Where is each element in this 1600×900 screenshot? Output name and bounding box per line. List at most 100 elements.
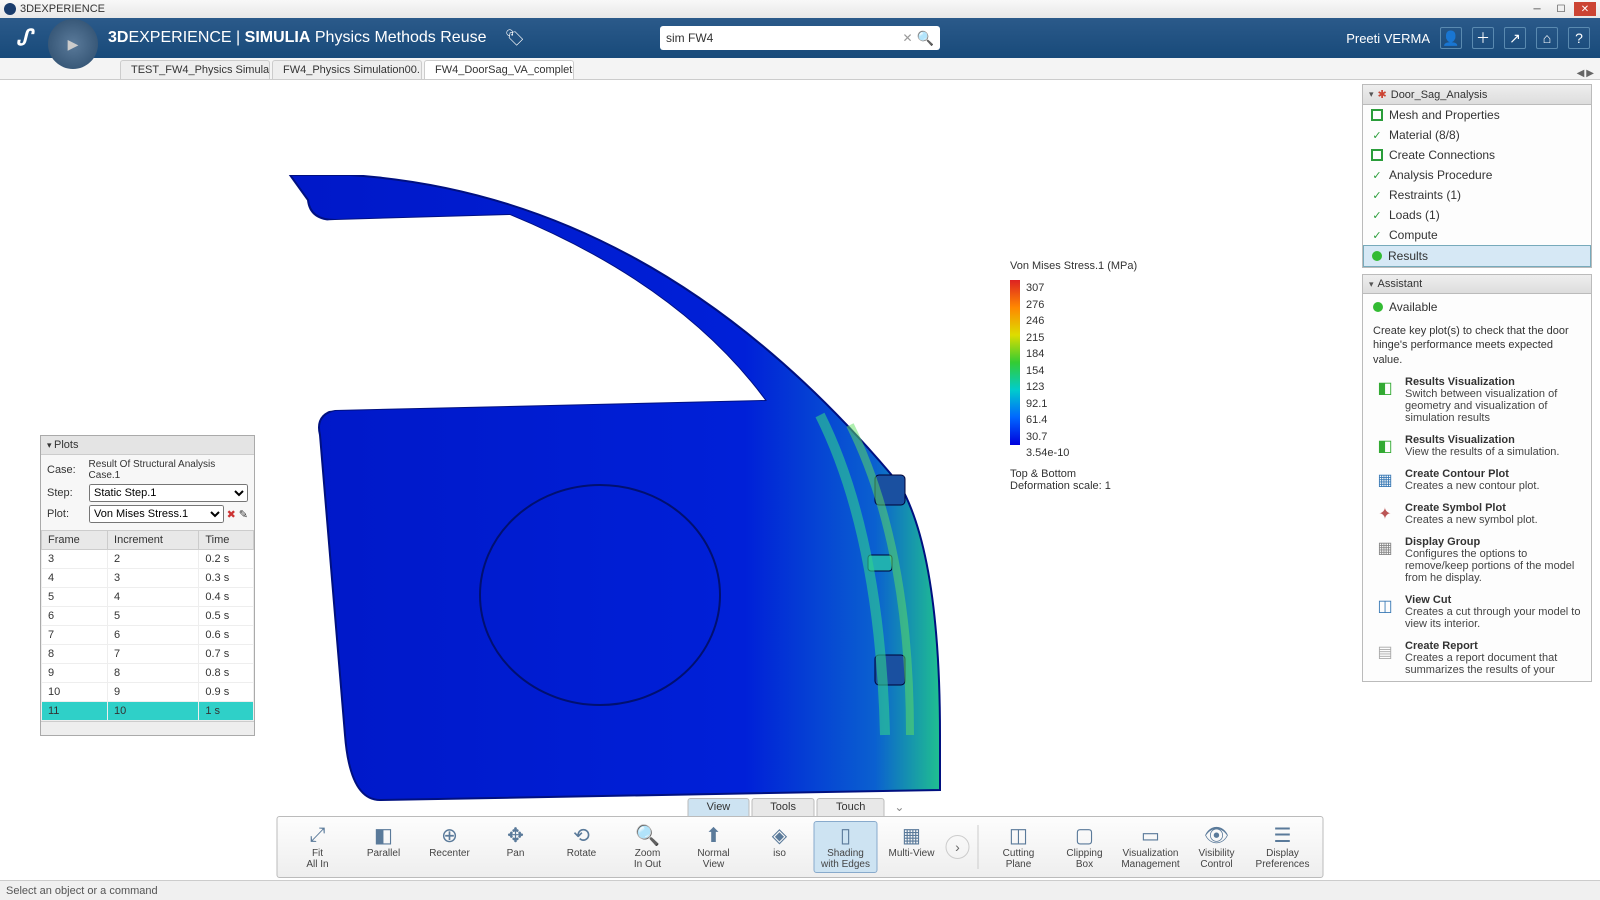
document-tabs: TEST_FW4_Physics Simulat...FW4_Physics S…	[0, 58, 1600, 80]
user-avatar-icon[interactable]: 👤	[1440, 27, 1462, 49]
legend-value: 215	[1026, 330, 1069, 347]
entry-title: Create Symbol Plot	[1405, 502, 1538, 514]
checklist-item[interactable]: Results	[1363, 245, 1591, 267]
table-row[interactable]: 320.2 s	[42, 550, 254, 569]
tool-label: CuttingPlane	[1003, 848, 1035, 870]
tool-button[interactable]: ◈iso	[748, 821, 812, 873]
chevron-down-icon[interactable]: ⌄	[886, 798, 912, 816]
plots-case: Result Of Structural Analysis Case.1	[89, 459, 248, 481]
tool-button[interactable]: ▯Shadingwith Edges	[814, 821, 878, 873]
assistant-entry[interactable]: ▦Display GroupConfigures the options to …	[1363, 531, 1591, 589]
tool-button[interactable]: ◧Parallel	[352, 821, 416, 873]
legend-value: 184	[1026, 346, 1069, 363]
tool-button[interactable]: 🔍ZoomIn Out	[616, 821, 680, 873]
plots-table[interactable]: FrameIncrementTime 320.2 s430.3 s540.4 s…	[41, 530, 254, 721]
maximize-button[interactable]: ☐	[1550, 2, 1572, 16]
checklist-item[interactable]: ✓Analysis Procedure	[1363, 165, 1591, 185]
table-row[interactable]: 11101 s	[42, 702, 254, 721]
bottom-tab[interactable]: View	[688, 798, 750, 816]
assistant-available: Available	[1363, 294, 1591, 320]
table-header[interactable]: Frame	[42, 531, 108, 550]
table-row[interactable]: 870.7 s	[42, 645, 254, 664]
checklist-item[interactable]: ✓Compute	[1363, 225, 1591, 245]
checklist-label: Results	[1388, 249, 1428, 263]
checklist-item[interactable]: Mesh and Properties	[1363, 105, 1591, 125]
checklist-item[interactable]: ✓Material (8/8)	[1363, 125, 1591, 145]
status-text: Select an object or a command	[6, 885, 158, 897]
plot-select[interactable]: Von Mises Stress.1	[89, 505, 224, 523]
tool-button[interactable]: ▢ClippingBox	[1053, 821, 1117, 873]
checklist-item[interactable]: ✓Loads (1)	[1363, 205, 1591, 225]
ds-logo-icon: ᔑ	[10, 24, 38, 52]
checklist-item[interactable]: Create Connections	[1363, 145, 1591, 165]
compass-icon[interactable]	[48, 19, 98, 69]
table-row[interactable]: 1090.9 s	[42, 683, 254, 702]
assistant-entry[interactable]: ◫View CutCreates a cut through your mode…	[1363, 589, 1591, 635]
app-small-icon	[4, 3, 16, 15]
tool-button[interactable]: ▦Multi-View	[880, 821, 944, 873]
help-icon[interactable]: ?	[1568, 27, 1590, 49]
tool-button[interactable]: ⤢FitAll In	[286, 821, 350, 873]
entry-title: Create Report	[1405, 640, 1581, 652]
tool-button[interactable]: ✥Pan	[484, 821, 548, 873]
assistant-intro: Create key plot(s) to check that the doo…	[1363, 320, 1591, 371]
checklist-label: Compute	[1389, 228, 1438, 242]
tool-button[interactable]: ◫CuttingPlane	[987, 821, 1051, 873]
table-header[interactable]: Time	[199, 531, 254, 550]
tag-icon[interactable]: 🏷	[505, 28, 525, 48]
tab-nav[interactable]: ◀▶	[1571, 68, 1600, 79]
step-select[interactable]: Static Step.1	[89, 484, 248, 502]
table-row[interactable]: 760.6 s	[42, 626, 254, 645]
table-row[interactable]: 430.3 s	[42, 569, 254, 588]
bottom-tab[interactable]: Touch	[817, 798, 884, 816]
clear-search-icon[interactable]: ✕	[903, 31, 913, 45]
more-tools-icon[interactable]: ›	[946, 835, 970, 859]
tool-label: Parallel	[367, 848, 400, 870]
check-icon: ✓	[1371, 169, 1383, 181]
search-input[interactable]	[666, 31, 899, 45]
legend-value: 123	[1026, 379, 1069, 396]
tool-button[interactable]: ⊕Recenter	[418, 821, 482, 873]
tool-icon: ☰	[1274, 824, 1292, 846]
close-button[interactable]: ✕	[1574, 2, 1596, 16]
entry-icon: ▦	[1373, 468, 1397, 492]
analysis-header[interactable]: ▾✱Door_Sag_Analysis	[1363, 85, 1591, 105]
search-icon[interactable]: 🔍	[917, 30, 934, 47]
assistant-header[interactable]: ▾Assistant	[1363, 275, 1591, 294]
check-icon: ✓	[1371, 209, 1383, 221]
assistant-entry[interactable]: ✦Create Symbol PlotCreates a new symbol …	[1363, 497, 1591, 531]
legend-value: 276	[1026, 297, 1069, 314]
tool-button[interactable]: 👁VisibilityControl	[1185, 821, 1249, 873]
assistant-entry[interactable]: ▤Create ReportCreates a report document …	[1363, 635, 1591, 681]
tool-button[interactable]: ▭VisualizationManagement	[1119, 821, 1183, 873]
plots-header[interactable]: ▾ Plots	[41, 436, 254, 455]
document-tab[interactable]: FW4_DoorSag_VA_complete A.1✕	[424, 60, 574, 79]
table-row[interactable]: 540.4 s	[42, 588, 254, 607]
assistant-entry[interactable]: ▦Create Contour PlotCreates a new contou…	[1363, 463, 1591, 497]
document-tab[interactable]: FW4_Physics Simulation00...	[272, 60, 422, 79]
tool-button[interactable]: ⟲Rotate	[550, 821, 614, 873]
checklist-item[interactable]: ✓Restraints (1)	[1363, 185, 1591, 205]
document-tab[interactable]: TEST_FW4_Physics Simulat...	[120, 60, 270, 79]
tool-button[interactable]: ⬆NormalView	[682, 821, 746, 873]
plots-scrollbar[interactable]	[41, 721, 254, 735]
table-row[interactable]: 980.8 s	[42, 664, 254, 683]
assistant-entry[interactable]: ◧Results VisualizationSwitch between vis…	[1363, 371, 1591, 429]
table-header[interactable]: Increment	[108, 531, 199, 550]
tool-icon: ▯	[840, 824, 851, 846]
tool-button[interactable]: ☰DisplayPreferences	[1251, 821, 1315, 873]
plot-delete-icon[interactable]: ✖	[227, 508, 236, 521]
home-icon[interactable]: ⌂	[1536, 27, 1558, 49]
share-icon[interactable]: ↗	[1504, 27, 1526, 49]
assistant-entry[interactable]: ◧Results VisualizationView the results o…	[1363, 429, 1591, 463]
tool-icon: ◫	[1009, 824, 1028, 846]
entry-desc: Configures the options to remove/keep po…	[1405, 548, 1581, 584]
minimize-button[interactable]: ─	[1526, 2, 1548, 16]
plot-edit-icon[interactable]: ✎	[239, 508, 248, 521]
table-row[interactable]: 650.5 s	[42, 607, 254, 626]
bottom-tab[interactable]: Tools	[751, 798, 815, 816]
search-box[interactable]: ✕ 🔍	[660, 26, 940, 50]
entry-desc: Switch between visualization of geometry…	[1405, 388, 1581, 424]
add-icon[interactable]: ＋	[1472, 27, 1494, 49]
tool-label: VisualizationManagement	[1121, 848, 1179, 870]
